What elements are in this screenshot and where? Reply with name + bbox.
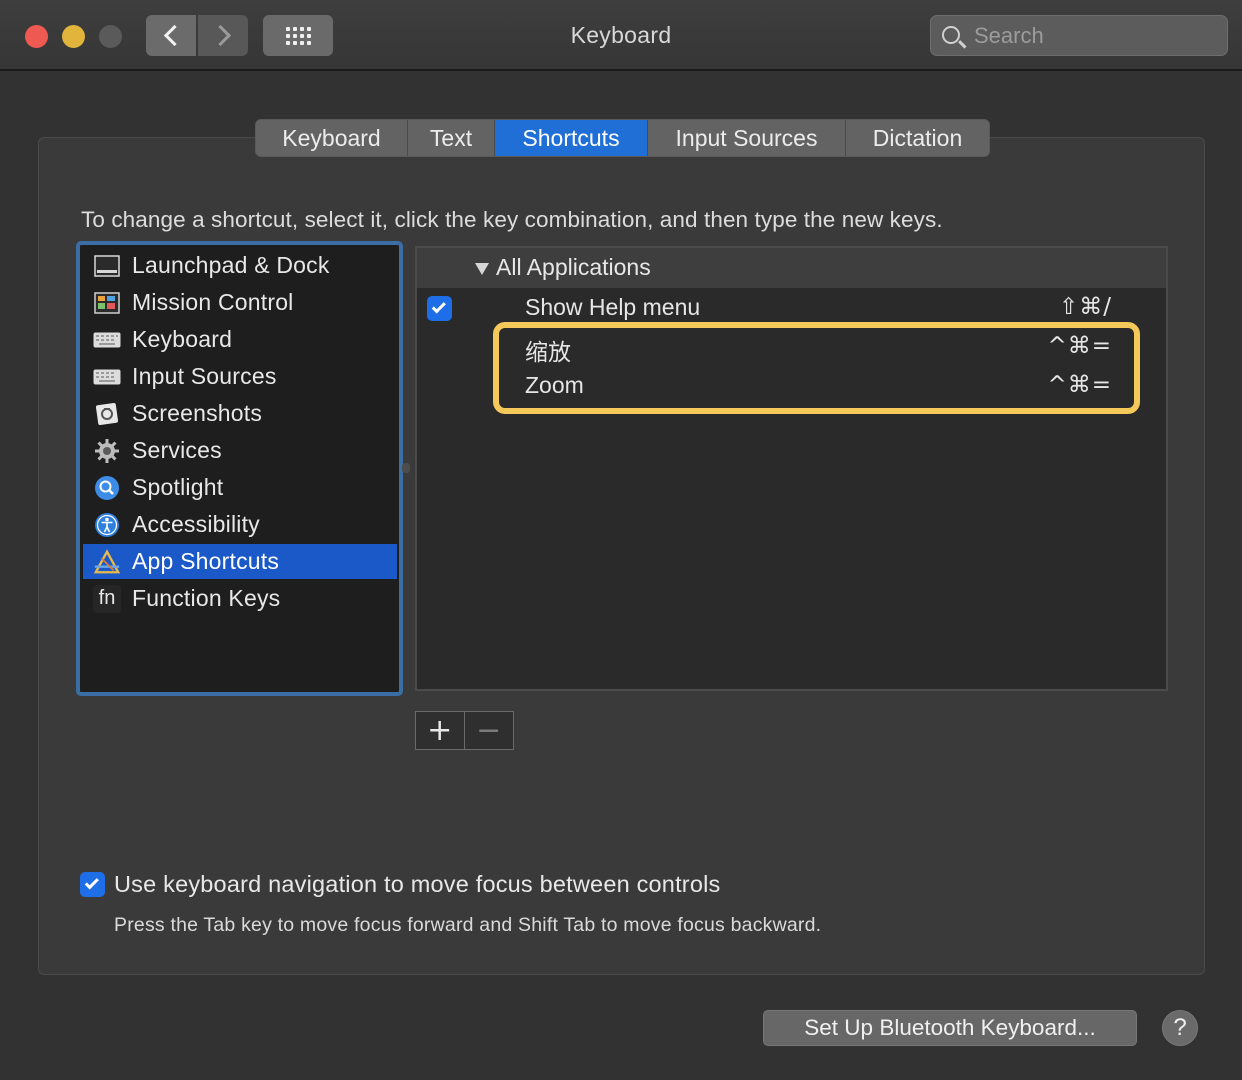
checkmark-icon <box>84 875 99 890</box>
app-shortcuts-icon <box>93 548 121 576</box>
add-shortcut-button[interactable]: + <box>416 712 465 749</box>
shortcut-enabled-checkbox[interactable] <box>427 296 452 321</box>
keyboard-navigation-hint: Press the Tab key to move focus forward … <box>114 914 822 936</box>
tab-dictation[interactable]: Dictation <box>846 120 989 156</box>
category-services[interactable]: Services <box>83 433 397 468</box>
category-list: Launchpad & Dock Mission Control Keyboar… <box>76 241 403 696</box>
category-accessibility[interactable]: Accessibility <box>83 507 397 542</box>
title-bar: Keyboard <box>0 0 1242 71</box>
help-button[interactable]: ? <box>1162 1010 1198 1046</box>
table-row[interactable]: Show Help menu ⇧⌘/ <box>417 289 1166 327</box>
category-input-sources[interactable]: Input Sources <box>83 359 397 394</box>
category-screenshots[interactable]: Screenshots <box>83 396 397 431</box>
instructions-text: To change a shortcut, select it, click t… <box>81 207 943 232</box>
category-mission-control[interactable]: Mission Control <box>83 285 397 320</box>
shortcut-keys[interactable]: ⇧⌘/ <box>1059 294 1112 320</box>
category-label: App Shortcuts <box>132 548 280 574</box>
category-label: Mission Control <box>132 289 294 315</box>
keyboard-navigation-checkbox[interactable] <box>80 872 105 897</box>
shortcuts-table: All Applications Show Help menu ⇧⌘/ 缩放 ^… <box>415 246 1168 691</box>
disclosure-triangle-icon[interactable] <box>475 263 489 275</box>
category-keyboard[interactable]: Keyboard <box>83 322 397 357</box>
category-label: Input Sources <box>132 363 277 389</box>
shortcut-name: Show Help menu <box>525 294 701 320</box>
search-field[interactable] <box>930 15 1228 56</box>
screenshots-icon <box>93 400 121 428</box>
keyboard-navigation-label[interactable]: Use keyboard navigation to move focus be… <box>114 871 720 898</box>
search-input[interactable] <box>974 21 1214 51</box>
chevron-right-icon <box>209 24 231 47</box>
launchpad-dock-icon <box>93 252 121 280</box>
gear-icon <box>93 437 121 465</box>
grid-icon <box>285 26 311 45</box>
table-group-header[interactable]: All Applications <box>417 248 1166 288</box>
tab-keyboard[interactable]: Keyboard <box>256 120 408 156</box>
chevron-left-icon <box>163 24 185 47</box>
shortcut-keys[interactable]: ^⌘= <box>1047 372 1112 398</box>
back-button[interactable] <box>146 15 196 56</box>
remove-shortcut-button[interactable]: − <box>465 712 514 749</box>
zoom-window-button[interactable] <box>99 25 122 48</box>
category-label: Launchpad & Dock <box>132 252 330 278</box>
accessibility-icon <box>93 511 121 539</box>
table-row[interactable]: Zoom ^⌘= <box>417 367 1166 405</box>
category-launchpad-dock[interactable]: Launchpad & Dock <box>83 248 397 283</box>
category-label: Spotlight <box>132 474 224 500</box>
shortcut-keys[interactable]: ^⌘= <box>1047 333 1112 359</box>
split-handle[interactable] <box>402 463 410 473</box>
search-icon <box>942 26 960 44</box>
tab-text[interactable]: Text <box>408 120 495 156</box>
category-label: Accessibility <box>132 511 260 537</box>
minimize-window-button[interactable] <box>62 25 85 48</box>
fn-icon: fn <box>93 584 121 613</box>
mission-control-icon <box>93 289 121 317</box>
checkmark-icon <box>431 299 446 314</box>
tab-bar: Keyboard Text Shortcuts Input Sources Di… <box>255 119 990 157</box>
show-all-button[interactable] <box>263 15 333 56</box>
group-label: All Applications <box>496 254 651 280</box>
category-app-shortcuts[interactable]: App Shortcuts <box>83 544 397 579</box>
category-function-keys[interactable]: fn Function Keys <box>83 581 397 616</box>
category-label: Keyboard <box>132 326 233 352</box>
category-label: Screenshots <box>132 400 263 426</box>
shortcut-name: 缩放 <box>525 339 571 365</box>
tab-input-sources[interactable]: Input Sources <box>648 120 846 156</box>
setup-bluetooth-keyboard-button[interactable]: Set Up Bluetooth Keyboard... <box>763 1010 1137 1046</box>
category-label: Function Keys <box>132 585 281 611</box>
shortcut-name: Zoom <box>525 372 584 398</box>
tab-shortcuts[interactable]: Shortcuts <box>495 120 648 156</box>
category-label: Services <box>132 437 222 463</box>
table-row[interactable]: 缩放 ^⌘= <box>417 328 1166 366</box>
close-window-button[interactable] <box>25 25 48 48</box>
category-spotlight[interactable]: Spotlight <box>83 470 397 505</box>
forward-button[interactable] <box>198 15 248 56</box>
input-sources-icon <box>93 363 121 391</box>
add-remove-control: + − <box>415 711 514 750</box>
keyboard-icon <box>93 326 121 354</box>
spotlight-icon <box>93 474 121 502</box>
